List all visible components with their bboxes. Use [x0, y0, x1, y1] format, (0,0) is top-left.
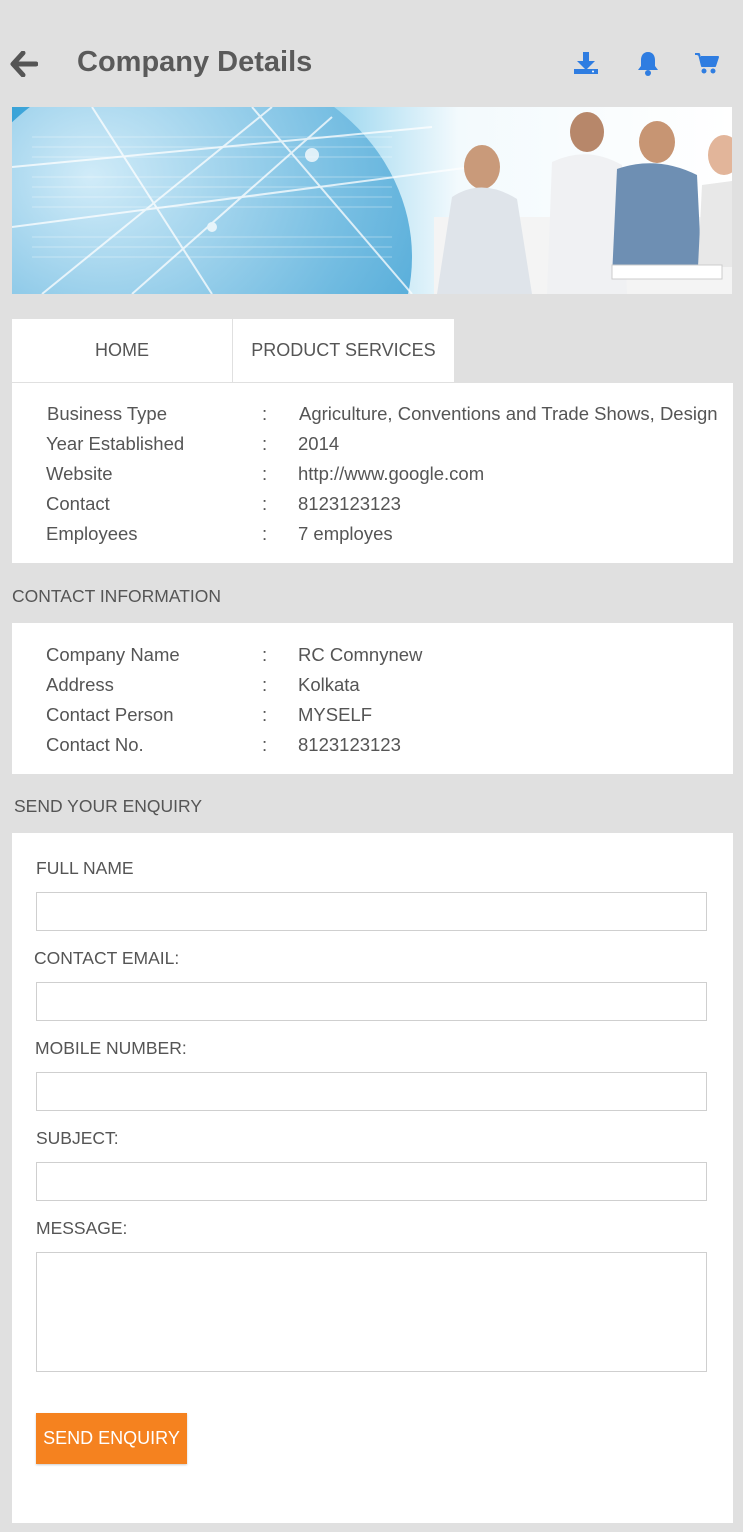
contact-person-row: Contact Person : MYSELF	[12, 704, 733, 734]
mobile-number-input[interactable]	[36, 1072, 707, 1111]
download-icon[interactable]	[571, 48, 601, 78]
separator: :	[262, 644, 268, 665]
website-value[interactable]: http://www.google.com	[298, 463, 484, 485]
contact-email-label: CONTACT EMAIL:	[34, 948, 180, 968]
separator: :	[262, 433, 268, 454]
contact-information-heading: CONTACT INFORMATION	[12, 586, 222, 606]
send-enquiry-button[interactable]: SEND ENQUIRY	[36, 1413, 187, 1464]
mobile-number-label: MOBILE NUMBER:	[35, 1038, 187, 1058]
company-name-value: RC Comnynew	[298, 644, 423, 665]
address-row: Address : Kolkata	[12, 674, 733, 704]
separator: :	[262, 523, 268, 544]
separator: :	[262, 674, 268, 695]
enquiry-form: FULL NAME CONTACT EMAIL: MOBILE NUMBER: …	[12, 833, 733, 1523]
business-type-row: Business Type : Agriculture, Conventions…	[12, 403, 733, 433]
message-label: MESSAGE:	[36, 1218, 128, 1238]
address-label: Address	[46, 674, 114, 695]
tab-home-label: HOME	[95, 340, 149, 360]
contact-person-label: Contact Person	[46, 704, 174, 725]
contact-email-input[interactable]	[36, 982, 707, 1021]
business-type-value: Agriculture, Conventions and Trade Shows…	[299, 403, 718, 424]
contact-value[interactable]: 8123123123	[298, 493, 401, 515]
separator: :	[262, 493, 268, 514]
year-established-value: 2014	[298, 433, 340, 454]
company-name-row: Company Name : RC Comnynew	[12, 644, 733, 674]
tab-home[interactable]: HOME	[12, 319, 233, 382]
contact-row: Contact : 8123123123	[12, 493, 733, 523]
contact-no-value[interactable]: 8123123123	[298, 734, 401, 756]
company-name-label: Company Name	[46, 644, 180, 665]
website-label: Website	[46, 463, 113, 484]
contact-no-row: Contact No. : 8123123123	[12, 734, 733, 764]
contact-person-value: MYSELF	[298, 704, 373, 725]
separator: :	[262, 463, 268, 484]
subject-input[interactable]	[36, 1162, 707, 1201]
contact-label: Contact	[46, 493, 110, 514]
contact-info-card: Company Name : RC Comnynew Address : Kol…	[12, 623, 733, 774]
top-bar: Company Details	[0, 0, 743, 107]
tab-bar: HOME PRODUCT SERVICES	[12, 319, 454, 382]
company-banner-image	[12, 107, 732, 294]
full-name-label: FULL NAME	[36, 858, 134, 878]
back-arrow-icon[interactable]	[8, 48, 40, 80]
bell-icon[interactable]	[633, 48, 663, 78]
separator: :	[262, 734, 268, 755]
full-name-input[interactable]	[36, 892, 707, 931]
cart-icon[interactable]	[692, 48, 722, 78]
year-established-label: Year Established	[46, 433, 185, 454]
year-established-row: Year Established : 2014	[12, 433, 733, 463]
contact-no-label: Contact No.	[46, 734, 144, 755]
website-row: Website : http://www.google.com	[12, 463, 733, 493]
employees-value: 7 employes	[298, 523, 393, 544]
employees-row: Employees : 7 employes	[12, 523, 733, 553]
business-type-label: Business Type	[47, 403, 167, 424]
tab-product-services-label: PRODUCT SERVICES	[251, 340, 436, 360]
address-value: Kolkata	[298, 674, 360, 695]
tab-product-services[interactable]: PRODUCT SERVICES	[233, 319, 454, 382]
send-enquiry-heading: SEND YOUR ENQUIRY	[14, 796, 203, 816]
page-title: Company Details	[77, 46, 313, 78]
separator: :	[262, 403, 268, 424]
business-info-card: Business Type : Agriculture, Conventions…	[12, 383, 733, 563]
subject-label: SUBJECT:	[36, 1128, 119, 1148]
employees-label: Employees	[46, 523, 138, 544]
message-textarea[interactable]	[36, 1252, 707, 1372]
separator: :	[262, 704, 268, 725]
